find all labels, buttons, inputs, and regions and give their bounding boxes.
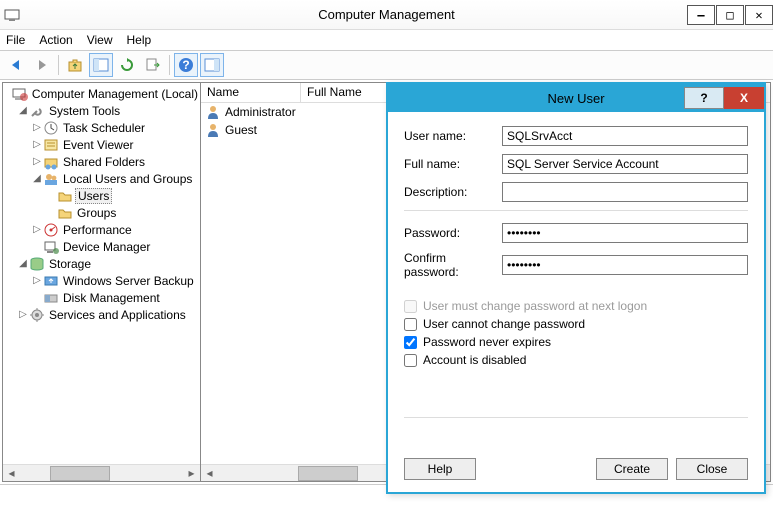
tree-windows-server-backup[interactable]: ▷ Windows Server Backup [3,272,200,289]
tree-root[interactable]: Computer Management (Local) [3,85,200,102]
check-never-expires[interactable]: Password never expires [404,335,748,349]
checkbox-must-change [404,300,417,313]
collapse-icon[interactable]: ◢ [17,258,29,269]
expand-icon[interactable]: ▷ [31,275,43,286]
folder-icon [57,205,73,221]
dialog-help-button[interactable]: ? [684,87,724,109]
scroll-right-icon[interactable]: ▸ [183,466,200,481]
storage-icon [29,256,45,272]
up-button[interactable] [63,53,87,77]
confirm-password-label: Confirm password: [404,251,502,279]
scroll-left-icon[interactable]: ◂ [201,466,218,481]
check-must-change: User must change password at next logon [404,299,748,313]
window-titlebar: Computer Management — □ ✕ [0,0,773,30]
minimize-button[interactable]: — [687,5,715,25]
password-label: Password: [404,226,502,240]
check-cannot-change[interactable]: User cannot change password [404,317,748,331]
export-button[interactable] [141,53,165,77]
menu-help[interactable]: Help [127,33,152,47]
clock-icon [43,120,59,136]
window-title: Computer Management [318,7,455,22]
list-cell-name: Guest [225,123,257,137]
tree-device-manager[interactable]: Device Manager [3,238,200,255]
tree-services-applications[interactable]: ▷ Services and Applications [3,306,200,323]
divider [404,417,748,418]
tree-users[interactable]: Users [3,187,200,204]
show-hide-tree-button[interactable] [89,53,113,77]
username-input[interactable] [502,126,748,146]
close-button[interactable]: ✕ [745,5,773,25]
fullname-label: Full name: [404,157,502,171]
password-input[interactable] [502,223,748,243]
col-name[interactable]: Name [201,83,301,102]
help-button[interactable]: ? [174,53,198,77]
services-icon [29,307,45,323]
scroll-thumb[interactable] [298,466,358,481]
collapse-icon[interactable]: ◢ [31,173,43,184]
scroll-left-icon[interactable]: ◂ [3,466,20,481]
action-pane-button[interactable] [200,53,224,77]
expand-icon[interactable]: ▷ [17,309,29,320]
tools-icon [29,103,45,119]
dialog-close-button[interactable]: X [724,87,764,109]
tree-system-tools[interactable]: ◢ System Tools [3,102,200,119]
confirm-password-input[interactable] [502,255,748,275]
expand-icon[interactable]: ▷ [31,122,43,133]
description-label: Description: [404,185,502,199]
divider [404,210,748,211]
backup-icon [43,273,59,289]
expand-icon[interactable]: ▷ [31,224,43,235]
users-groups-icon [43,171,59,187]
back-button[interactable] [4,53,28,77]
checkbox-never-expires[interactable] [404,336,417,349]
folder-icon [57,188,73,204]
menu-view[interactable]: View [87,33,113,47]
expand-icon[interactable]: ▷ [31,156,43,167]
scroll-thumb[interactable] [50,466,110,481]
user-icon [205,104,221,120]
shared-folder-icon [43,154,59,170]
svg-text:?: ? [182,58,189,72]
checkbox-cannot-change[interactable] [404,318,417,331]
dialog-titlebar[interactable]: New User ? X [388,84,764,112]
device-icon [43,239,59,255]
tree-groups[interactable]: Groups [3,204,200,221]
refresh-button[interactable] [115,53,139,77]
performance-icon [43,222,59,238]
checkbox-disabled[interactable] [404,354,417,367]
disk-icon [43,290,59,306]
tree-disk-management[interactable]: Disk Management [3,289,200,306]
description-input[interactable] [502,182,748,202]
username-label: User name: [404,129,502,143]
close-button[interactable]: Close [676,458,748,480]
maximize-button[interactable]: □ [716,5,744,25]
list-cell-name: Administrator [225,105,296,119]
fullname-input[interactable] [502,154,748,174]
toolbar: ? [0,50,773,80]
user-icon [205,122,221,138]
dialog-title: New User [547,91,604,106]
new-user-dialog: New User ? X User name: Full name: Descr… [386,82,766,494]
app-icon [4,7,20,23]
menu-file[interactable]: File [6,33,25,47]
create-button[interactable]: Create [596,458,668,480]
collapse-icon[interactable]: ◢ [17,105,29,116]
check-disabled[interactable]: Account is disabled [404,353,748,367]
forward-button[interactable] [30,53,54,77]
tree-local-users-groups[interactable]: ◢ Local Users and Groups [3,170,200,187]
computer-icon [12,86,28,102]
tree-task-scheduler[interactable]: ▷ Task Scheduler [3,119,200,136]
tree-performance[interactable]: ▷ Performance [3,221,200,238]
expand-icon[interactable]: ▷ [31,139,43,150]
menu-bar: File Action View Help [0,30,773,50]
tree-event-viewer[interactable]: ▷ Event Viewer [3,136,200,153]
tree-storage[interactable]: ◢ Storage [3,255,200,272]
tree-shared-folders[interactable]: ▷ Shared Folders [3,153,200,170]
menu-action[interactable]: Action [39,33,72,47]
event-icon [43,137,59,153]
help-button[interactable]: Help [404,458,476,480]
tree-hscrollbar[interactable]: ◂ ▸ [3,464,200,481]
tree-pane: Computer Management (Local) ◢ System Too… [3,83,201,481]
